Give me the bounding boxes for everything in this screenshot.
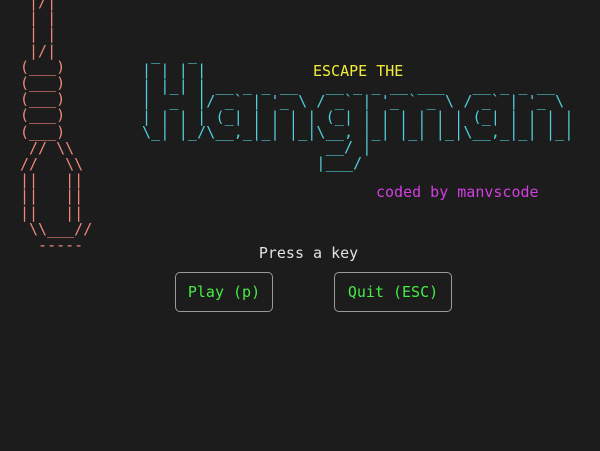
- escape-the-title: ESCAPE THE: [313, 62, 404, 80]
- game-screen: |/| | | | | |/| (___) (___) (___) (___) …: [0, 0, 600, 451]
- play-button[interactable]: Play (p): [175, 272, 273, 312]
- press-a-key-prompt: Press a key: [258, 244, 359, 262]
- credit-text: coded by manvscode: [376, 183, 539, 201]
- noose-ascii-art: |/| | | | | |/| (___) (___) (___) (___) …: [20, 0, 93, 255]
- quit-button[interactable]: Quit (ESC): [334, 272, 452, 312]
